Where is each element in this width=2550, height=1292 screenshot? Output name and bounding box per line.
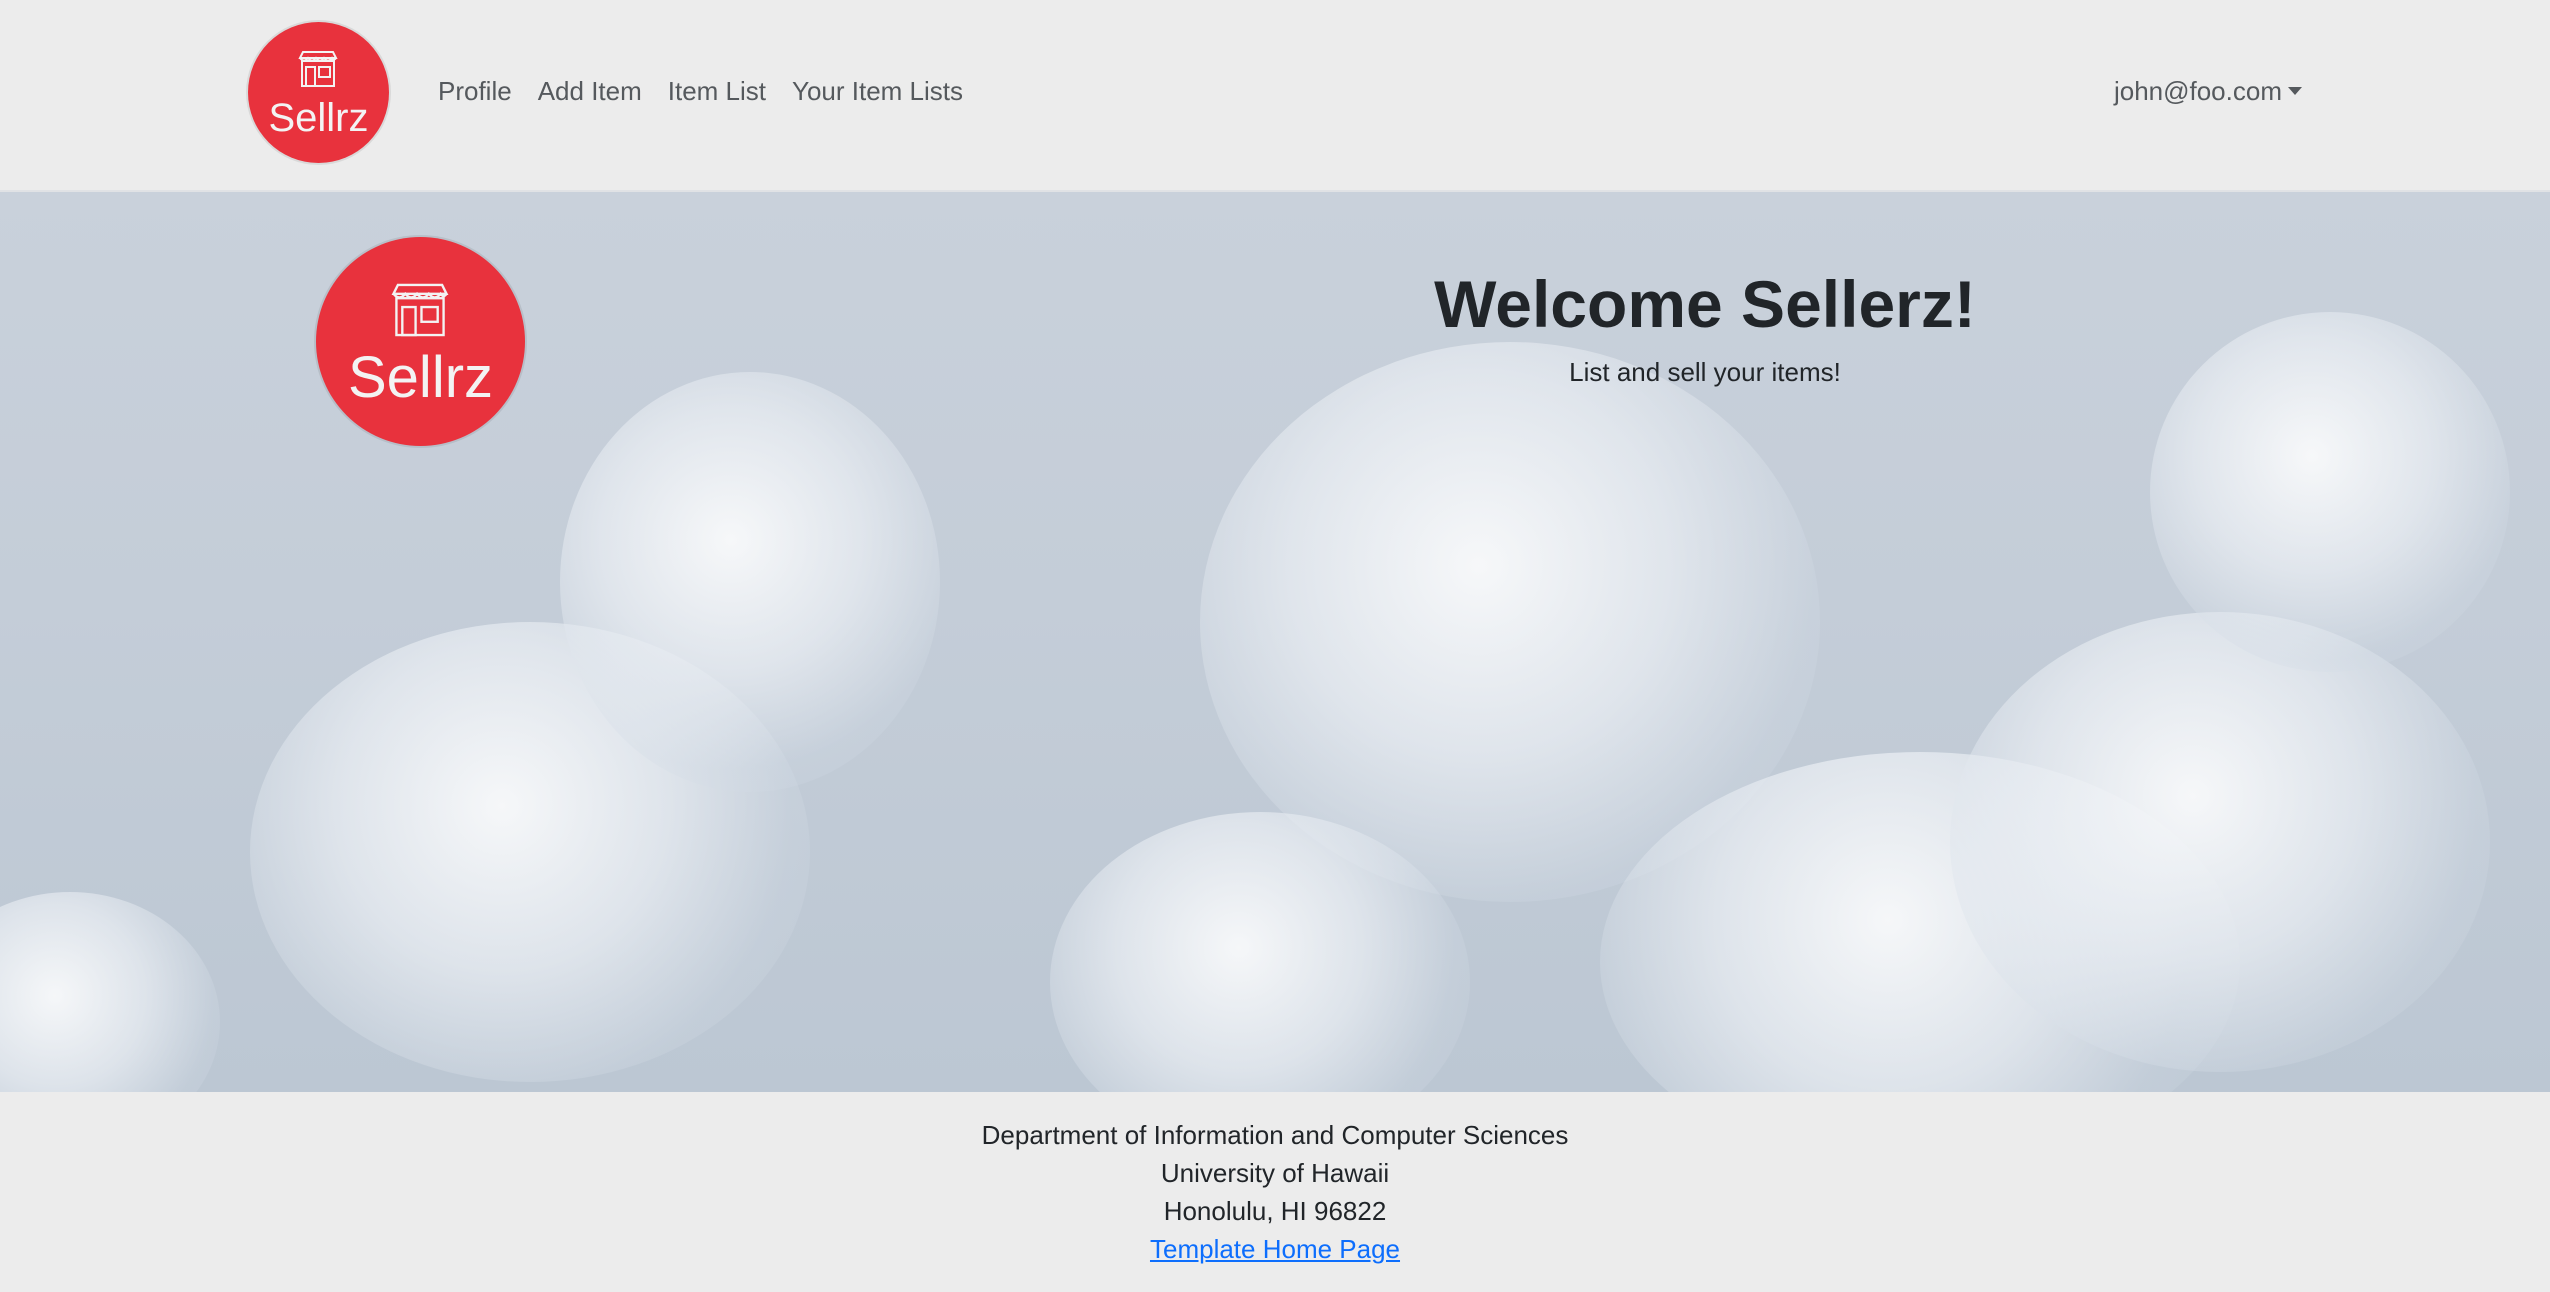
footer: Department of Information and Computer S… xyxy=(0,1092,2550,1292)
nav-links: Profile Add Item Item List Your Item Lis… xyxy=(438,70,976,112)
hero-logo: Sellrz xyxy=(316,237,525,446)
nav-link-profile[interactable]: Profile xyxy=(438,70,525,112)
footer-address: Honolulu, HI 96822 xyxy=(1163,1196,1387,1226)
hero-logo-text: Sellrz xyxy=(347,345,494,410)
hero-banner: Sellrz Welcome Sellerz! List and sell yo… xyxy=(0,192,2550,1092)
brand-logo[interactable]: Sellrz xyxy=(248,22,389,163)
caret-down-icon xyxy=(2288,87,2302,95)
top-navbar: Sellrz Profile Add Item Item List Your I… xyxy=(0,0,2550,192)
user-dropdown[interactable]: john@foo.com xyxy=(2114,70,2302,112)
user-email: john@foo.com xyxy=(2113,76,2282,106)
cloud-background xyxy=(1950,612,2490,1072)
brand-logo-text: Sellrz xyxy=(268,96,369,140)
cloud-background xyxy=(0,892,220,1092)
footer-department: Department of Information and Computer S… xyxy=(981,1120,1569,1150)
cloud-background xyxy=(560,372,940,792)
footer-university: University of Hawaii xyxy=(1160,1158,1390,1188)
nav-link-your-item-lists[interactable]: Your Item Lists xyxy=(779,70,976,112)
nav-link-item-list[interactable]: Item List xyxy=(655,70,779,112)
storefront-icon xyxy=(391,283,449,337)
nav-link-add-item[interactable]: Add Item xyxy=(525,70,655,112)
template-home-page-link[interactable]: Template Home Page xyxy=(1150,1234,1400,1264)
hero-title: Welcome Sellerz! xyxy=(1434,267,1976,341)
hero-subtitle: List and sell your items! xyxy=(1569,357,1841,387)
storefront-icon xyxy=(298,51,338,87)
cloud-background xyxy=(2150,312,2510,672)
